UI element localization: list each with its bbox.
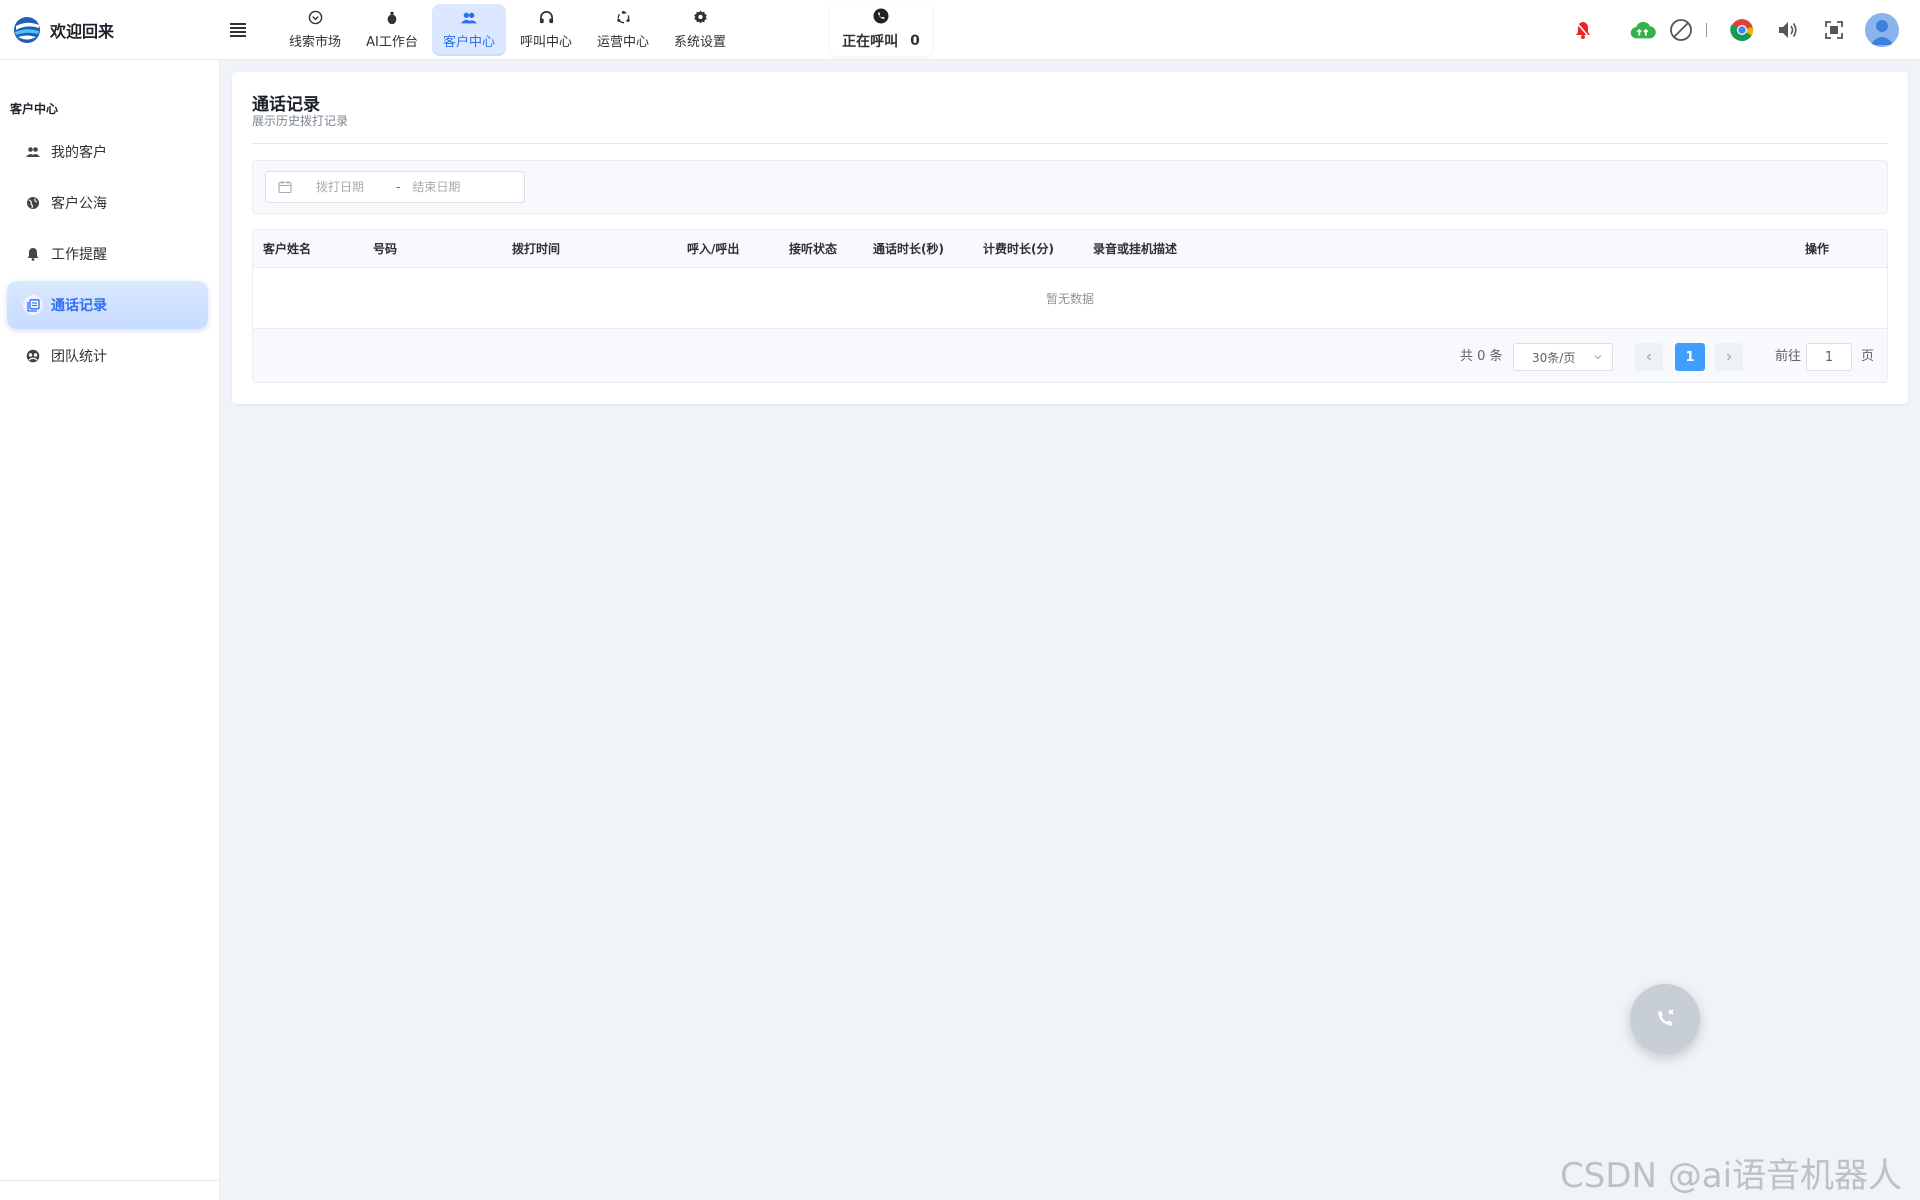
nav-label: 客户中心 [442, 34, 495, 50]
user-avatar-icon [1865, 13, 1899, 47]
top-bar: 欢迎回来 线索市场 AI工作台 客户中心 呼叫中心 运营中心 系统设置 正在呼叫… [0, 0, 1920, 60]
calling-label: 正在呼叫 [842, 34, 899, 50]
bug-icon [384, 10, 400, 26]
sidebar-divider [0, 1180, 220, 1181]
hamburger-icon [230, 22, 246, 37]
watermark: CSDN @ai语音机器人 [1560, 1156, 1903, 1196]
column-header-number[interactable]: 号码 [373, 230, 397, 268]
nav-system-settings[interactable]: 系统设置 [663, 4, 737, 56]
chevron-right-icon [1727, 353, 1732, 361]
pagination: 共 0 条 30条/页 1 前往 页 [253, 329, 1887, 382]
page-subtitle: 展示历史拨打记录 [252, 114, 349, 128]
globe-icon [23, 193, 43, 213]
column-header-actions[interactable]: 操作 [1805, 230, 1829, 268]
sidebar-item-label: 客户公海 [51, 196, 107, 212]
cycle-icon [615, 10, 631, 26]
sidebar-item-label: 团队统计 [51, 349, 107, 365]
column-header-billing-duration[interactable]: 计费时长(分) [983, 230, 1054, 268]
nav-call-center[interactable]: 呼叫中心 [509, 4, 583, 56]
fullscreen-icon[interactable] [1821, 17, 1847, 43]
nav-label: AI工作台 [366, 34, 418, 50]
pagination-total: 共 0 条 [1460, 349, 1503, 364]
menu-toggle-button[interactable] [218, 10, 258, 50]
team-icon [23, 346, 43, 366]
next-page-button[interactable] [1715, 343, 1743, 371]
sidebar-item-team-stats[interactable]: 团队统计 [7, 332, 208, 380]
date-range-picker[interactable]: - [265, 171, 525, 203]
sidebar-item-label: 通话记录 [51, 298, 107, 314]
goto-suffix: 页 [1861, 349, 1875, 364]
cloud-sync-icon[interactable] [1630, 17, 1656, 43]
column-header-direction[interactable]: 呼入/呼出 [687, 230, 739, 268]
do-not-disturb-icon[interactable] [1668, 17, 1694, 43]
page-size-select[interactable]: 30条/页 [1513, 343, 1613, 371]
filter-bar: - [252, 160, 1888, 214]
sidebar-item-my-customers[interactable]: 我的客户 [7, 128, 208, 176]
column-header-recording[interactable]: 录音或挂机描述 [1093, 230, 1177, 268]
column-header-customer-name[interactable]: 客户姓名 [263, 230, 311, 268]
bell-icon [23, 244, 43, 264]
sidebar-item-call-records[interactable]: 通话记录 [7, 281, 208, 329]
phone-hangup-icon [1657, 1009, 1674, 1026]
records-icon [23, 295, 43, 315]
call-records-table: 客户姓名 号码 拨打时间 呼入/呼出 接听状态 通话时长(秒) 计费时长(分) … [252, 229, 1888, 383]
nav-customer-center[interactable]: 客户中心 [432, 3, 506, 56]
users-icon [461, 10, 477, 26]
chrome-icon[interactable] [1729, 17, 1755, 43]
sidebar-item-customer-pool[interactable]: 客户公海 [7, 179, 208, 227]
nav-label: 线索市场 [288, 34, 341, 50]
chevron-down-icon [1593, 351, 1603, 361]
calendar-icon [278, 180, 292, 194]
title-divider [252, 143, 1888, 144]
headset-icon [538, 10, 554, 26]
nav-label: 系统设置 [673, 34, 726, 50]
empty-text: 暂无数据 [1045, 291, 1094, 306]
bell-off-icon[interactable] [1570, 17, 1596, 43]
people-icon [23, 142, 43, 162]
date-separator: - [396, 180, 401, 194]
nav-operations-center[interactable]: 运营中心 [586, 4, 660, 56]
volume-icon[interactable] [1775, 17, 1801, 43]
start-date-input[interactable] [316, 180, 396, 194]
page-number-button[interactable]: 1 [1675, 343, 1705, 371]
phone-circle-icon [873, 8, 889, 28]
end-date-input[interactable] [412, 180, 493, 194]
chevron-circle-icon [307, 10, 323, 26]
user-avatar[interactable] [1865, 13, 1899, 47]
sidebar-item-label: 我的客户 [51, 145, 107, 161]
sidebar-item-label: 工作提醒 [51, 247, 107, 263]
nav-leads-market[interactable]: 线索市场 [278, 4, 352, 56]
sidebar-item-work-reminders[interactable]: 工作提醒 [7, 230, 208, 278]
nav-label: 运营中心 [596, 34, 649, 50]
page-size-value: 30条/页 [1532, 350, 1576, 365]
top-nav: 线索市场 AI工作台 客户中心 呼叫中心 运营中心 系统设置 正在呼叫 0 [278, 0, 932, 60]
sidebar: 客户中心 我的客户 客户公海 工作提醒 通话记录 团队统计 [0, 60, 220, 1200]
sidebar-title: 客户中心 [10, 102, 59, 116]
app-title: 欢迎回来 [50, 21, 115, 41]
top-right-tools [1570, 0, 1920, 60]
nav-label: 呼叫中心 [519, 34, 572, 50]
goto-label: 前往 [1775, 349, 1802, 364]
column-header-answer-status[interactable]: 接听状态 [789, 230, 837, 268]
prev-page-button[interactable] [1635, 343, 1663, 371]
calling-count: 0 [910, 33, 920, 49]
nav-ai-workbench[interactable]: AI工作台 [355, 4, 429, 56]
goto-page-input[interactable] [1806, 343, 1852, 371]
column-header-call-duration[interactable]: 通话时长(秒) [873, 230, 944, 268]
table-header: 客户姓名 号码 拨打时间 呼入/呼出 接听状态 通话时长(秒) 计费时长(分) … [253, 230, 1887, 268]
call-records-panel: 通话记录 展示历史拨打记录 - 客户姓名 号码 拨打时间 呼入/呼出 接听状态 … [232, 72, 1908, 404]
chevron-left-icon [1646, 353, 1651, 361]
divider [1706, 23, 1707, 37]
empty-state: 暂无数据 [253, 268, 1887, 329]
calling-status[interactable]: 正在呼叫 0 [830, 3, 932, 56]
brand: 欢迎回来 [0, 15, 210, 45]
app-logo-icon [12, 15, 42, 45]
column-header-dial-time[interactable]: 拨打时间 [512, 230, 560, 268]
floating-call-button[interactable] [1630, 984, 1700, 1054]
gear-icon [692, 10, 708, 26]
